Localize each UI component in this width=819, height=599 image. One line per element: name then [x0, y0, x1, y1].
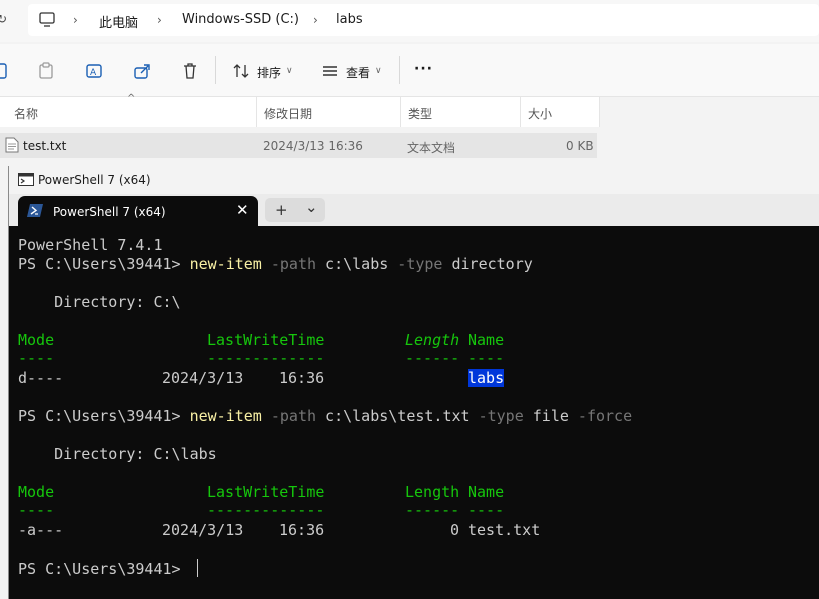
row-time: 16:36 [279, 521, 325, 539]
header-mode: Mode [18, 331, 55, 349]
text-file-icon [5, 137, 19, 153]
view-icon[interactable] [321, 62, 339, 80]
file-type: 文本文档 [407, 141, 456, 155]
prompt: PS C:\Users\39441> [18, 407, 190, 425]
paste-icon[interactable] [37, 62, 55, 80]
row-mode: d---- [18, 369, 64, 387]
dash-lastwritetime: ------------- [207, 501, 325, 519]
this-pc-icon[interactable] [38, 11, 56, 29]
window-titlebar[interactable]: PowerShell 7 (x64) [9, 166, 819, 194]
file-explorer-window: ↻ › 此电脑 › Windows-SSD (C:) › labs A 排序 ∨… [0, 0, 819, 170]
window-title: PowerShell 7 (x64) [38, 173, 151, 187]
new-tab-button[interactable]: + [275, 201, 288, 219]
chevron-right-icon[interactable]: › [157, 13, 162, 27]
more-options-button[interactable]: ··· [414, 61, 433, 77]
row-time: 16:36 [279, 369, 325, 387]
command-bar: A 排序 ∨ 查看 ∨ ··· [0, 44, 819, 97]
command-line: PS C:\Users\39441> new-item -path c:\lab… [18, 255, 533, 273]
dash-name: ---- [468, 501, 505, 519]
breadcrumb-labs[interactable]: labs [336, 12, 363, 27]
row-mode: -a--- [18, 521, 64, 539]
text-cursor [196, 559, 198, 577]
command-line: PS C:\Users\39441> new-item -path c:\lab… [18, 407, 633, 425]
close-tab-icon[interactable]: ✕ [236, 201, 249, 219]
breadcrumb-drive[interactable]: Windows-SSD (C:) [182, 12, 299, 27]
new-icon[interactable] [0, 62, 10, 80]
chevron-down-icon[interactable]: ∨ [286, 66, 293, 76]
row-name-selected[interactable]: labs [468, 369, 505, 387]
file-row[interactable]: test.txt 2024/3/13 16:36 文本文档 0 KB [0, 133, 597, 158]
view-button[interactable]: 查看 [346, 64, 370, 81]
column-header-row: 名称 ^ 修改日期 类型 大小 [0, 93, 600, 127]
sort-button[interactable]: 排序 [257, 64, 281, 81]
column-modified[interactable]: 修改日期 [257, 97, 401, 127]
dash-name: ---- [468, 349, 505, 367]
dash-lastwritetime: ------------- [207, 349, 325, 367]
header-name: Name [468, 331, 505, 349]
share-icon[interactable] [133, 62, 151, 80]
file-name: test.txt [23, 139, 67, 153]
dash-length: ------ [405, 501, 460, 519]
address-bar: ↻ › 此电脑 › Windows-SSD (C:) › labs [0, 0, 819, 42]
delete-icon[interactable] [181, 62, 199, 80]
header-length: Length [405, 331, 460, 349]
file-size: 0 KB [566, 139, 594, 153]
powershell-window[interactable]: PowerShell 7 (x64) PowerShell 7 (x64) ✕ … [8, 166, 819, 599]
header-lastwritetime: LastWriteTime [207, 331, 325, 349]
prompt: PS C:\Users\39441> [18, 255, 190, 273]
tab-bar: PowerShell 7 (x64) ✕ + ⌄ [9, 194, 819, 226]
rename-icon[interactable]: A [85, 62, 103, 80]
row-length: 0 [450, 521, 460, 539]
header-name: Name [468, 483, 505, 501]
file-modified: 2024/3/13 16:36 [263, 139, 363, 153]
tab-dropdown-icon[interactable]: ⌄ [305, 198, 318, 216]
header-lastwritetime: LastWriteTime [207, 483, 325, 501]
breadcrumb-this-pc[interactable]: 此电脑 [99, 12, 138, 31]
directory-heading: Directory: C:\labs [18, 445, 217, 463]
column-type[interactable]: 类型 [401, 97, 521, 127]
dash-length: ------ [405, 349, 460, 367]
row-date: 2024/3/13 [162, 521, 244, 539]
toolbar-divider [399, 56, 400, 84]
header-length: Length [405, 483, 460, 501]
column-name[interactable]: 名称 ^ [0, 93, 257, 127]
prompt: PS C:\Users\39441> [18, 560, 190, 578]
toolbar-divider [215, 56, 216, 84]
chevron-right-icon[interactable]: › [313, 13, 318, 27]
dash-mode: ---- [18, 349, 55, 367]
sort-ascending-icon: ^ [127, 93, 136, 104]
tab-powershell[interactable]: PowerShell 7 (x64) ✕ [18, 196, 258, 226]
powershell-icon [27, 204, 43, 217]
active-prompt-line[interactable]: PS C:\Users\39441> [18, 559, 198, 578]
refresh-icon[interactable]: ↻ [0, 12, 7, 26]
sort-icon[interactable] [232, 62, 250, 80]
header-mode: Mode [18, 483, 55, 501]
chevron-right-icon[interactable]: › [73, 13, 78, 27]
row-date: 2024/3/13 [162, 369, 244, 387]
svg-text:A: A [90, 68, 97, 78]
terminal-icon [18, 173, 34, 186]
terminal-banner: PowerShell 7.4.1 [18, 236, 163, 254]
row-name: test.txt [468, 521, 541, 539]
chevron-down-icon[interactable]: ∨ [375, 66, 382, 76]
directory-heading: Directory: C:\ [18, 293, 181, 311]
address-field[interactable] [28, 4, 819, 36]
column-size[interactable]: 大小 [521, 97, 600, 127]
tab-actions: + ⌄ [265, 198, 325, 222]
dash-mode: ---- [18, 501, 55, 519]
